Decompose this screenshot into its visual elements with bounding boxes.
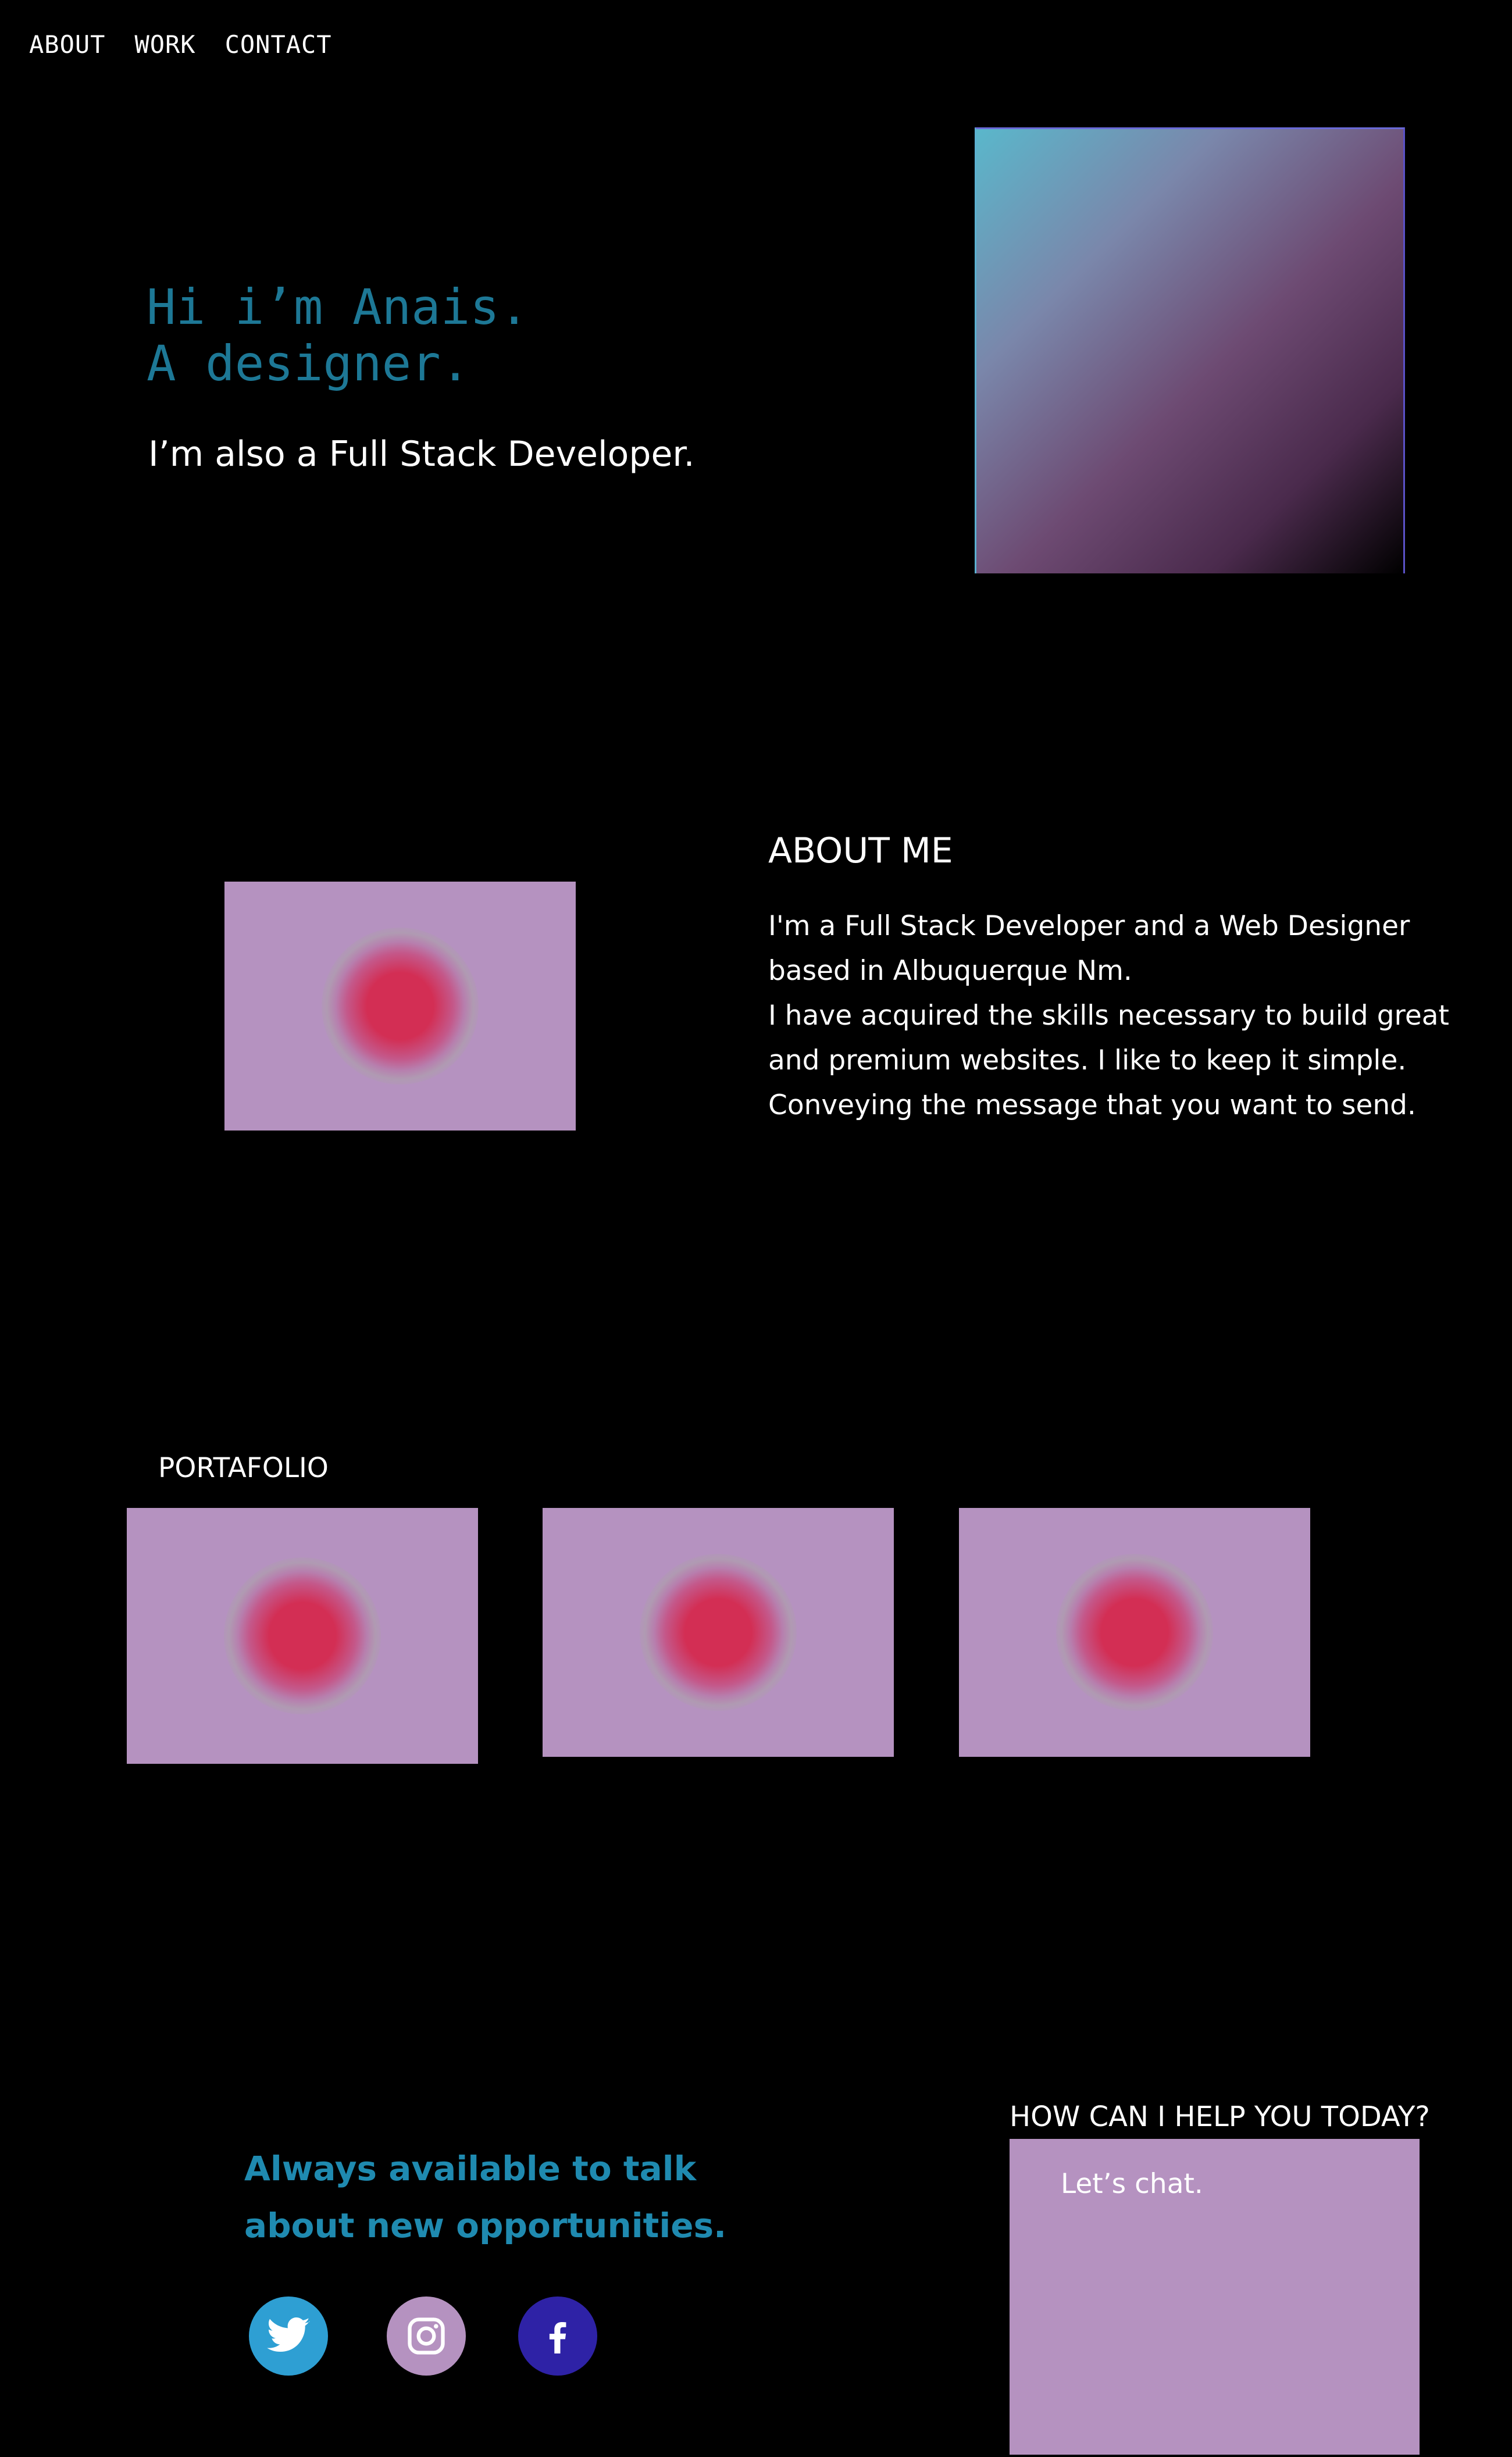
about-line: and premium websites. I like to keep it …: [768, 1044, 1407, 1076]
instagram-link[interactable]: [387, 2296, 466, 2376]
nav-contact-link[interactable]: CONTACT: [225, 30, 332, 59]
contact-cta: Always available to talk about new oppor…: [244, 2140, 726, 2254]
about-title: ABOUT ME: [768, 830, 953, 871]
about-image-blob: [322, 928, 479, 1085]
cta-line-2: about new opportunities.: [244, 2206, 727, 2245]
portfolio-item-2[interactable]: [543, 1508, 894, 1757]
nav-about-link[interactable]: ABOUT: [29, 30, 105, 59]
top-nav: ABOUT WORK CONTACT: [29, 30, 332, 59]
portfolio-title: PORTAFOLIO: [158, 1452, 329, 1484]
hero-gradient-image: [975, 127, 1405, 573]
about-line: Conveying the message that you want to s…: [768, 1089, 1416, 1121]
facebook-icon: [549, 2322, 566, 2353]
portfolio-item-blob: [640, 1554, 797, 1711]
nav-work-link[interactable]: WORK: [134, 30, 195, 59]
about-description: I'm a Full Stack Developer and a Web Des…: [768, 904, 1449, 1128]
hero-heading: Hi i’m Anais. A designer.: [147, 279, 529, 392]
facebook-link[interactable]: [518, 2296, 597, 2376]
about-line: I have acquired the skills necessary to …: [768, 1000, 1449, 1032]
hero-line-2: A designer.: [147, 335, 470, 392]
about-line: I'm a Full Stack Developer and a Web Des…: [768, 910, 1410, 942]
portfolio-item-3[interactable]: [959, 1508, 1310, 1757]
portfolio-item-blob: [224, 1557, 381, 1714]
hero-line-1: Hi i’m Anais.: [147, 279, 529, 336]
twitter-link[interactable]: [249, 2296, 328, 2376]
about-image: [224, 882, 576, 1131]
twitter-icon: [267, 2317, 310, 2352]
cta-line-1: Always available to talk: [244, 2149, 697, 2188]
portfolio-item-1[interactable]: [127, 1508, 478, 1764]
instagram-icon: [408, 2317, 445, 2355]
hero-subtitle: I’m also a Full Stack Developer.: [148, 434, 695, 475]
chat-input[interactable]: [1010, 2139, 1420, 2455]
help-title: HOW CAN I HELP YOU TODAY?: [1010, 2101, 1430, 2133]
about-line: based in Albuquerque Nm.: [768, 955, 1132, 987]
chat-box: [1010, 2139, 1420, 2455]
portfolio-item-blob: [1056, 1554, 1213, 1711]
